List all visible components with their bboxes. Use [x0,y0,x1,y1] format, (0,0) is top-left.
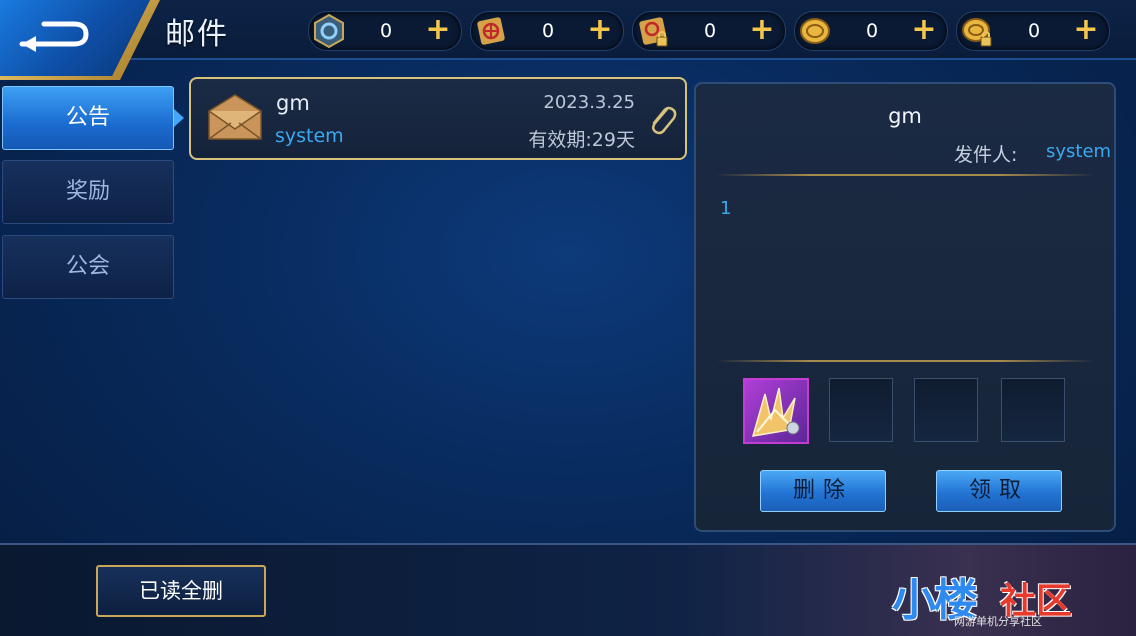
attachment-slot-empty [1001,378,1065,442]
red-scroll-icon [477,17,505,45]
back-button[interactable] [14,14,94,54]
divider [716,174,1094,176]
add-currency-button[interactable]: + [747,15,777,45]
currency-amount: 0 [379,20,393,42]
add-currency-button[interactable]: + [1071,15,1101,45]
add-currency-button[interactable]: + [423,15,453,45]
currency-locked-red-scroll: 0 + [632,11,786,51]
mail-list-item[interactable]: gm system 2023.3.25 有效期:29天 [189,77,687,160]
watermark-logo: 小楼 社区 网游单机分享社区 [892,566,1132,632]
mail-detail-title: gm [888,104,922,128]
locked-red-scroll-icon [639,17,668,47]
currency-amount: 0 [865,20,879,42]
mail-sender: gm [276,91,310,115]
add-currency-button[interactable]: + [585,15,615,45]
currency-amount: 0 [541,20,555,42]
mail-type: system [275,125,344,147]
add-currency-button[interactable]: + [909,15,939,45]
claim-button[interactable]: 领取 [936,470,1062,512]
delete-button[interactable]: 删除 [760,470,886,512]
mail-body: 1 [720,198,732,219]
page-title: 邮件 [165,17,229,52]
tab-announcement[interactable]: 公告 [2,86,184,150]
currency-red-scroll: 0 + [470,11,624,51]
currency-amount: 0 [1027,20,1041,42]
gold-coin-icon [800,18,830,44]
delete-all-read-button[interactable]: 已读全删 [96,565,266,617]
attachment-slot-empty [914,378,978,442]
rune-token-icon [314,13,344,49]
tab-rewards[interactable]: 奖励 [2,160,174,224]
currency-amount: 0 [703,20,717,42]
currency-gold-coin: 0 + [794,11,948,51]
attachment-slot-empty [829,378,893,442]
watermark-subtext: 网游单机分享社区 [954,615,1042,628]
golden-wing-item-icon [751,387,800,437]
locked-gold-coin-icon [962,18,992,47]
tab-guild[interactable]: 公会 [2,235,174,299]
sender-value: system [1046,141,1112,162]
mail-expiry: 有效期:29天 [528,129,635,151]
envelope-icon [208,94,262,140]
currency-locked-gold-coin: 0 + [956,11,1110,51]
divider [716,360,1094,362]
mail-detail-panel: gm 发件人: system 1 删除 领取 [694,82,1116,532]
sender-label: 发件人: [954,144,1018,166]
back-arrow-icon [19,21,89,52]
currency-rune-token: 0 + [308,11,462,51]
mail-date: 2023.3.25 [543,92,635,113]
attachment-slot-filled[interactable] [743,378,809,444]
attachment-clip-icon [652,106,677,135]
